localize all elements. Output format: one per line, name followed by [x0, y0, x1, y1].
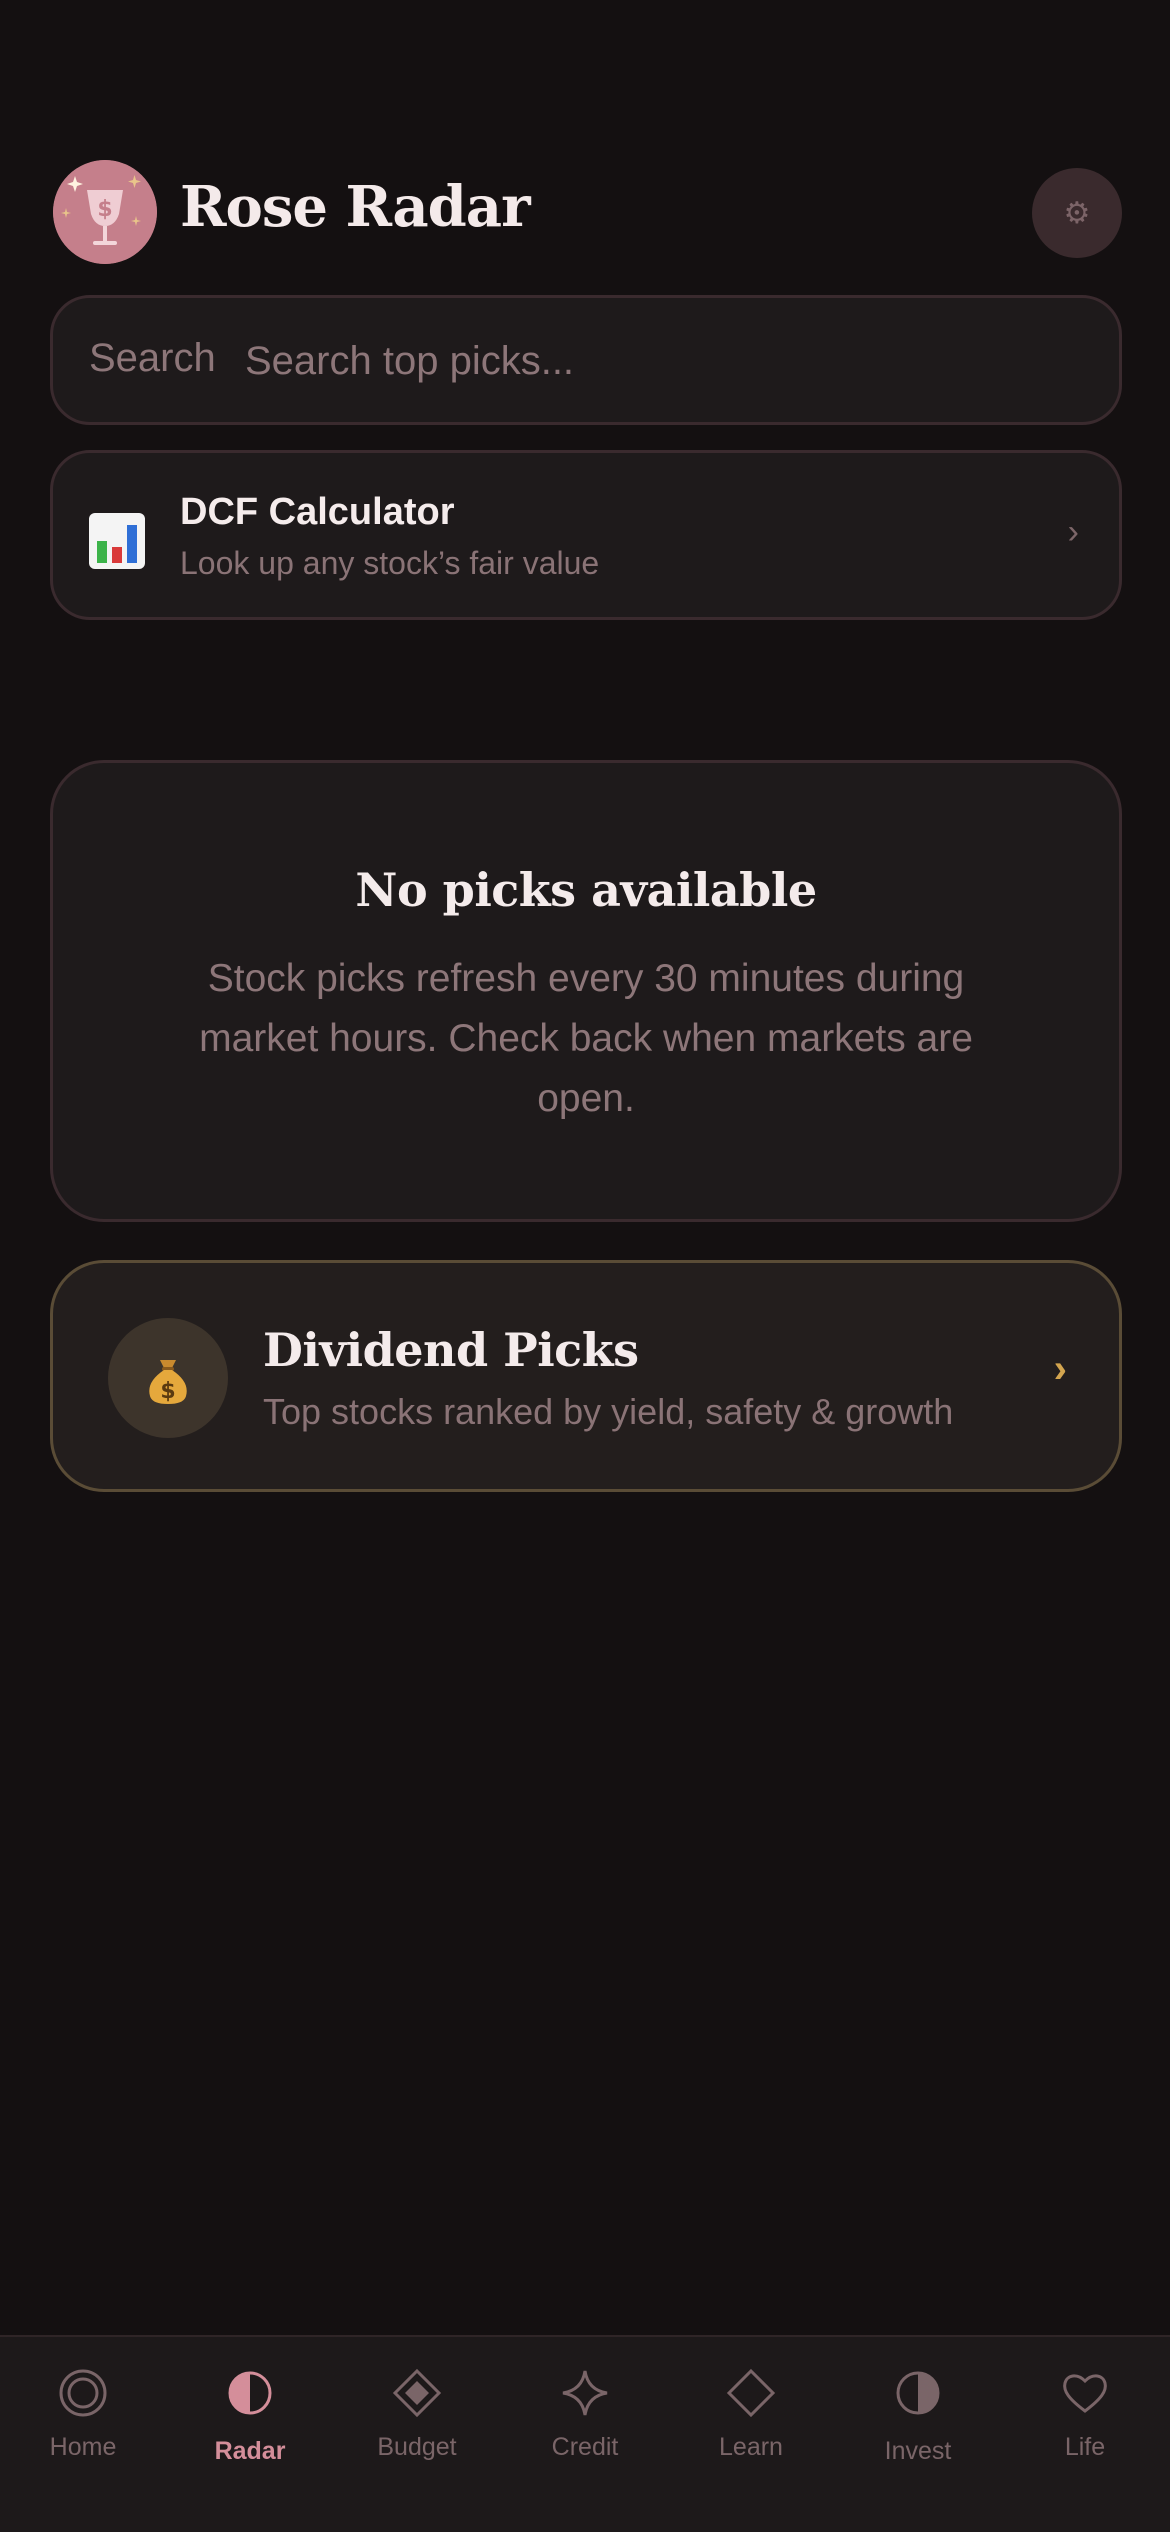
- nav-item-invest[interactable]: Invest: [843, 2367, 993, 2487]
- bar-chart-icon: [89, 513, 145, 569]
- empty-state-card: No picks available Stock picks refresh e…: [50, 760, 1122, 1222]
- search-input[interactable]: [245, 328, 1065, 394]
- wine-glass-dollar-icon: $: [53, 160, 157, 264]
- nav-item-home[interactable]: Home: [8, 2367, 158, 2487]
- gear-icon: ⚙: [1063, 195, 1091, 231]
- nav-item-credit[interactable]: Credit: [510, 2367, 660, 2487]
- nav-label-home: Home: [49, 2433, 117, 2461]
- nav-item-life[interactable]: Life: [1010, 2367, 1160, 2487]
- dividend-title: Dividend Picks: [263, 1323, 639, 1377]
- half-circle-icon: [896, 2371, 940, 2415]
- nav-item-budget[interactable]: Budget: [342, 2367, 492, 2487]
- nav-label-learn: Learn: [719, 2433, 783, 2461]
- dcf-subtitle: Look up any stock’s fair value: [180, 545, 600, 581]
- svg-text:$: $: [97, 197, 112, 222]
- diamond-icon: [392, 2368, 442, 2418]
- diamond-outline-icon: [726, 2368, 776, 2418]
- nav-label-credit: Credit: [551, 2433, 619, 2461]
- chevron-right-icon: ›: [1053, 1347, 1067, 1391]
- nav-item-radar[interactable]: Radar: [175, 2367, 325, 2487]
- bottom-nav: Home Radar Budget Credit Learn Invest Li…: [0, 2335, 1170, 2532]
- half-circle-icon: [228, 2371, 272, 2415]
- search-label: Search: [89, 336, 216, 380]
- nav-label-invest: Invest: [884, 2437, 952, 2465]
- dividend-picks-card[interactable]: $ Dividend Picks Top stocks ranked by yi…: [50, 1260, 1122, 1492]
- radar-screen: $ Rose Radar ⚙ Search DCF Calculator Loo…: [0, 0, 1170, 2532]
- dividend-badge: $: [108, 1318, 228, 1438]
- chevron-right-icon: ›: [1067, 513, 1079, 551]
- nav-item-learn[interactable]: Learn: [676, 2367, 826, 2487]
- heart-icon: [1063, 2374, 1107, 2413]
- dcf-calculator-card[interactable]: DCF Calculator Look up any stock’s fair …: [50, 450, 1122, 620]
- app-logo: $: [53, 160, 157, 264]
- nav-label-budget: Budget: [377, 2433, 457, 2461]
- empty-state-title: No picks available: [355, 863, 817, 917]
- header: $ Rose Radar ⚙: [50, 160, 1122, 266]
- nav-label-life: Life: [1064, 2433, 1106, 2461]
- empty-state-message: Stock picks refresh every 30 minutes dur…: [199, 957, 973, 1120]
- nav-label-radar: Radar: [214, 2437, 286, 2465]
- search-bar[interactable]: Search: [50, 295, 1122, 425]
- app-title: Rose Radar: [180, 174, 531, 240]
- dividend-subtitle: Top stocks ranked by yield, safety & gro…: [263, 1391, 954, 1432]
- dcf-title: DCF Calculator: [180, 491, 455, 533]
- svg-text:$: $: [160, 1379, 175, 1404]
- settings-button[interactable]: ⚙: [1032, 168, 1122, 258]
- sparkle-star-icon: [562, 2370, 608, 2416]
- money-bag-icon: $: [149, 1360, 187, 1404]
- ring-icon: [59, 2369, 107, 2417]
